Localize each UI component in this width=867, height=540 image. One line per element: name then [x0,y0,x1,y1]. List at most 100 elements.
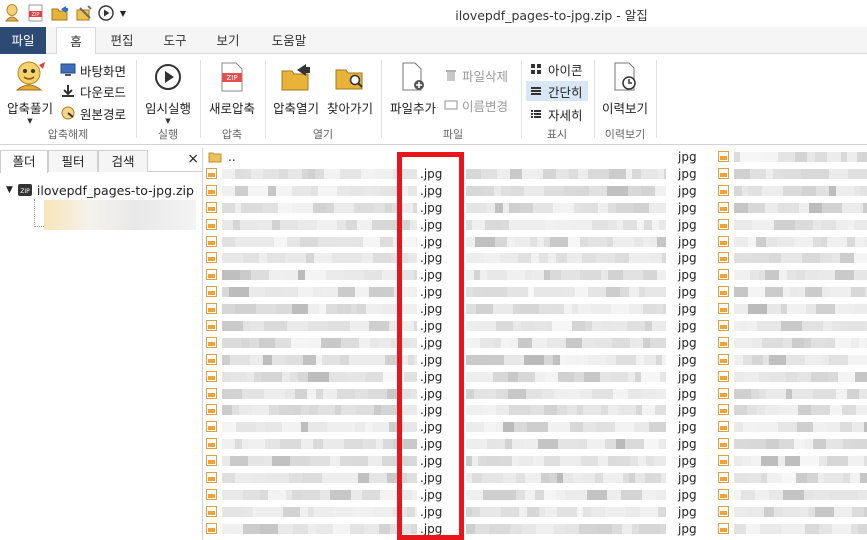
file-extension-label: jpg [678,183,697,198]
delete-file-button[interactable]: 파일삭제 [444,65,508,85]
blurred-filename [829,355,848,365]
blurred-filename [734,439,750,449]
blurred-filename [290,372,298,382]
blurred-subfolder[interactable] [44,200,196,230]
blurred-filename [267,253,285,263]
blurred-filename [222,220,233,230]
blurred-filename [295,389,307,399]
blurred-filename [605,507,626,517]
blurred-filename [847,389,859,399]
history-button[interactable]: 이력보기 [598,62,652,117]
browse-button[interactable]: 찾아가기 [324,62,376,117]
tab-search[interactable]: 검색 [98,150,148,172]
tab-view[interactable]: 보기 [207,27,249,54]
highlight-box [397,152,464,540]
blurred-filename [641,169,658,179]
blurred-filename [466,287,474,297]
blurred-filename [236,422,256,432]
blurred-filename [349,355,367,365]
tab-home[interactable]: 홈 [56,27,96,55]
extract-to-original-button[interactable]: 원본경로 [60,103,126,123]
blurred-filename [634,422,649,432]
blurred-filename [642,405,655,415]
blurred-filename [847,152,857,162]
blurred-filename [734,389,751,399]
blurred-filename [805,355,823,365]
view-icon-label: 아이콘 [548,62,583,78]
blurred-filename [609,169,626,179]
extract-to-downloads-button[interactable]: 다운로드 [60,81,126,101]
view-detail-button[interactable]: 자세히 [526,104,588,124]
file-extension-label: jpg [678,436,697,451]
jpg-file-icon [206,269,217,280]
jpg-file-icon [718,371,729,382]
blurred-filename [257,220,272,230]
tab-filter[interactable]: 필터 [48,150,98,172]
tab-folder[interactable]: 폴더 [0,150,48,173]
blurred-filename [734,237,748,247]
tab-file[interactable]: 파일 [0,27,46,54]
extract-to-desktop-button[interactable]: 바탕화면 [60,60,126,80]
blurred-filename [630,338,637,348]
blurred-filename [581,203,598,213]
blurred-filename [355,287,369,297]
blurred-filename [665,439,666,449]
blurred-filename [629,304,643,314]
rename-button[interactable]: 이름변경 [444,95,508,115]
jpg-file-icon [206,354,217,365]
blurred-filename [653,473,661,483]
blurred-filename [365,422,373,432]
view-simple-button[interactable]: 간단히 [526,81,588,101]
blurred-filename [583,507,590,517]
blurred-filename [628,186,641,196]
view-icon-button[interactable]: 아이콘 [526,59,588,79]
blurred-filename [734,355,743,365]
blurred-filename [813,439,826,449]
blurred-filename [373,203,385,213]
blurred-filename [272,456,290,466]
blurred-filename [530,220,545,230]
blurred-filename [848,355,867,365]
jpg-file-icon [718,202,729,213]
blurred-filename [230,456,248,466]
jpg-file-icon [718,472,729,483]
blurred-filename [493,372,508,382]
blurred-filename [588,355,606,365]
blurred-filename [577,186,589,196]
tab-edit[interactable]: 편집 [101,27,143,54]
blurred-filename [330,490,351,500]
open-archive-button[interactable]: 압축열기 [270,62,322,117]
blurred-filename [243,253,259,263]
blurred-filename [641,186,655,196]
blurred-filename [313,287,321,297]
tab-help[interactable]: 도움말 [264,27,314,54]
add-file-button[interactable]: 파일추가 [386,62,440,117]
blurred-filename [561,270,580,280]
extract-button[interactable]: 압축풀기 ▼ [4,60,56,125]
tree-root-item[interactable]: ▼ ZIP ilovepdf_pages-to-jpg.zip [6,181,194,199]
temp-run-button[interactable]: 임시실행 ▼ [142,62,194,125]
blurred-filename [466,321,476,331]
tab-tools[interactable]: 도구 [154,27,196,54]
blurred-filename [649,422,666,432]
blurred-filename [268,186,276,196]
blurred-filename [734,253,751,263]
blurred-filename [748,287,765,297]
blurred-filename [229,287,249,297]
blurred-filename [480,270,487,280]
blurred-filename [656,389,666,399]
blurred-filename [811,405,830,415]
parent-folder-item[interactable]: .. [208,148,236,165]
jpg-file-icon [718,523,729,534]
blurred-filename [520,304,539,314]
blurred-filename [378,338,391,348]
new-compress-button[interactable]: ZIP 새로압축 [204,62,260,117]
blurred-filename [568,237,580,247]
blurred-filename [743,422,757,432]
original-path-label: 원본경로 [80,106,127,122]
chevron-down-icon[interactable]: ▼ [6,185,13,195]
blurred-filename [661,473,666,483]
close-icon[interactable]: × [187,151,199,167]
blurred-filename [765,270,779,280]
blurred-filename [629,253,649,263]
